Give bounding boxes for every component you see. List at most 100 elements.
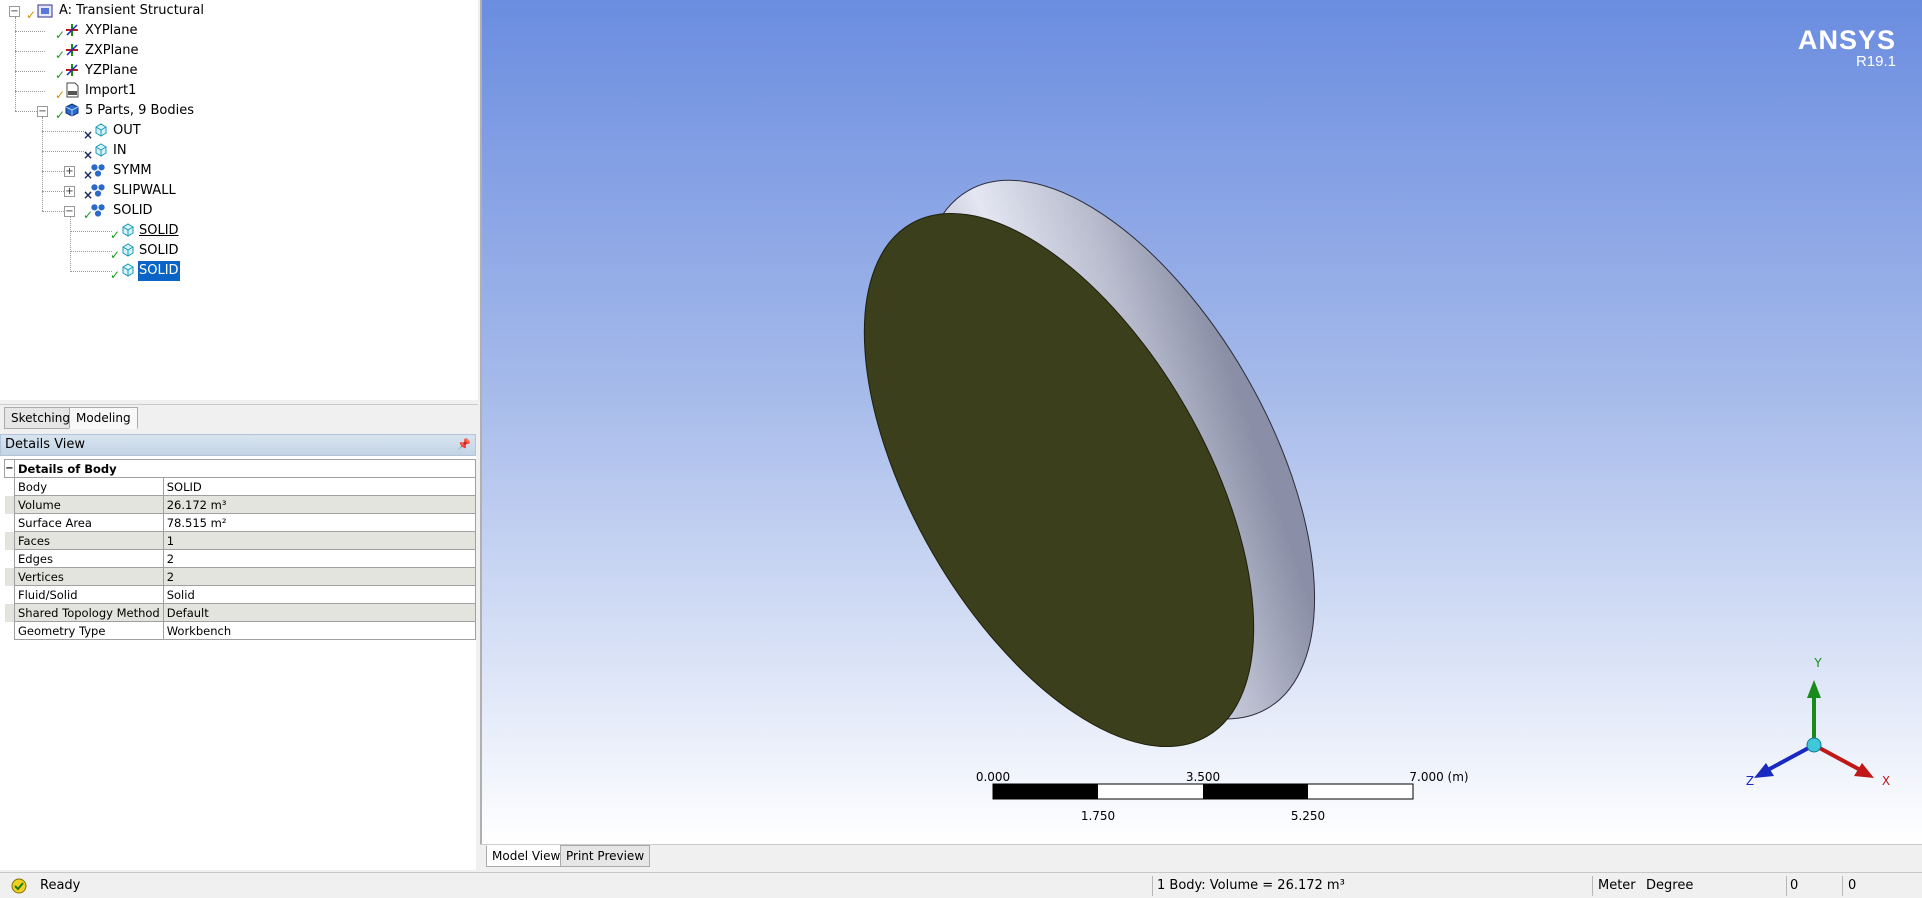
- row-gutter: [4, 621, 15, 640]
- tab-label: Modeling: [76, 411, 131, 425]
- graphics-viewport[interactable]: ANSYS R19.1 0.000 3.500 7.000 (m) 1.750 …: [480, 0, 1922, 844]
- tree-item-yzplane[interactable]: YZPlane: [84, 61, 139, 81]
- multibody-part-icon: [91, 184, 105, 197]
- tab-modeling[interactable]: Modeling: [69, 407, 138, 429]
- tree-line: [70, 271, 112, 272]
- body-icon: [122, 223, 134, 237]
- details-value[interactable]: 2: [162, 567, 477, 586]
- angle-unit[interactable]: Degree: [1646, 876, 1693, 896]
- tree-item-parts[interactable]: 5 Parts, 9 Bodies: [84, 101, 195, 121]
- tree-line: [42, 171, 64, 172]
- details-key: Fluid/Solid: [14, 585, 164, 604]
- details-value[interactable]: 2: [162, 549, 477, 568]
- details-section-row[interactable]: − Details of Body: [4, 459, 476, 478]
- scale-label: 5.250: [1291, 809, 1325, 823]
- tree-line: [15, 71, 45, 72]
- tab-label: Model View: [492, 849, 561, 863]
- check-icon: ✓: [26, 8, 37, 22]
- collapse-toggle[interactable]: −: [37, 106, 48, 117]
- tree-item-out[interactable]: OUT: [112, 121, 142, 141]
- tab-label: Sketching: [11, 411, 70, 425]
- tab-sketching[interactable]: Sketching: [4, 407, 77, 429]
- collapse-toggle[interactable]: −: [64, 206, 75, 217]
- tree-item-root[interactable]: A: Transient Structural: [58, 1, 205, 21]
- details-row[interactable]: Volume 26.172 m³: [4, 495, 477, 514]
- details-value[interactable]: 26.172 m³: [162, 495, 477, 514]
- stl-import-icon: [66, 82, 79, 98]
- axis-label-y: Y: [1813, 656, 1822, 670]
- body-icon: [122, 243, 134, 257]
- expand-toggle[interactable]: +: [64, 186, 75, 197]
- axis-label-x: X: [1882, 774, 1890, 788]
- view-tabs: Model View Print Preview: [480, 844, 1922, 870]
- panel-title: Details View: [5, 437, 86, 452]
- details-key: Body: [14, 477, 164, 496]
- details-value[interactable]: SOLID: [162, 477, 477, 496]
- details-value[interactable]: Workbench: [162, 621, 477, 640]
- tree-item-zxplane[interactable]: ZXPlane: [84, 41, 139, 61]
- tree-line: [15, 31, 45, 32]
- details-row[interactable]: Shared Topology Method Default: [4, 603, 477, 622]
- collapse-toggle[interactable]: −: [4, 459, 15, 478]
- details-key: Geometry Type: [14, 621, 164, 640]
- scale-label: 7.000 (m): [1409, 770, 1468, 784]
- details-section-title: Details of Body: [14, 459, 476, 478]
- tree-item-import1[interactable]: Import1: [84, 81, 137, 101]
- details-view-header: Details View 📌: [0, 434, 476, 456]
- length-unit[interactable]: Meter: [1598, 876, 1636, 896]
- collapse-toggle[interactable]: −: [9, 6, 20, 17]
- check-icon: ✓: [110, 228, 121, 242]
- axis-label-z: Z: [1746, 774, 1754, 788]
- tab-print-preview[interactable]: Print Preview: [560, 845, 651, 867]
- tree-item-solid-body[interactable]: SOLID: [138, 221, 180, 241]
- body-icon: [122, 263, 134, 277]
- plane-axis-icon: [66, 24, 78, 36]
- tree-line: [42, 131, 84, 132]
- details-row[interactable]: Surface Area 78.515 m²: [4, 513, 477, 532]
- tree-item-xyplane[interactable]: XYPlane: [84, 21, 139, 41]
- check-icon: ✓: [110, 248, 121, 262]
- tree-item-solid-body[interactable]: SOLID: [138, 241, 180, 261]
- tree-item-in[interactable]: IN: [112, 141, 128, 161]
- details-value[interactable]: Default: [162, 603, 477, 622]
- tree-item-solid-part[interactable]: SOLID: [112, 201, 154, 221]
- row-gutter: [4, 531, 15, 550]
- multibody-part-icon: [91, 204, 105, 217]
- row-gutter: [4, 549, 15, 568]
- parts-icon: [65, 103, 79, 117]
- selection-info: 1 Body: Volume = 26.172 m³: [1157, 878, 1345, 893]
- details-row[interactable]: Body SOLID: [4, 477, 477, 496]
- check-icon: ✓: [110, 268, 121, 282]
- details-key: Surface Area: [14, 513, 164, 532]
- details-row[interactable]: Edges 2: [4, 549, 477, 568]
- details-row[interactable]: Geometry Type Workbench: [4, 621, 477, 640]
- row-gutter: [4, 603, 15, 622]
- pin-icon[interactable]: 📌: [457, 435, 471, 455]
- tree-item-symm[interactable]: SYMM: [112, 161, 153, 181]
- status-value: 0: [1790, 878, 1799, 893]
- details-key: Volume: [14, 495, 164, 514]
- tab-model-view[interactable]: Model View: [486, 845, 567, 867]
- tree-item-solid-body-selected[interactable]: SOLID: [137, 260, 181, 282]
- status-divider: [1786, 876, 1787, 896]
- tree-line: [42, 211, 64, 212]
- details-row[interactable]: Vertices 2: [4, 567, 477, 586]
- details-value[interactable]: 78.515 m²: [162, 513, 477, 532]
- details-row[interactable]: Fluid/Solid Solid: [4, 585, 477, 604]
- status-divider: [1592, 876, 1593, 896]
- tree-item-slipwall[interactable]: SLIPWALL: [112, 181, 177, 201]
- axis-triad[interactable]: Y X Z: [1746, 656, 1890, 788]
- details-row[interactable]: Faces 1: [4, 531, 477, 550]
- status-divider: [1842, 876, 1843, 896]
- tree-item-label: A: Transient Structural: [59, 3, 204, 18]
- scale-bar: 0.000 3.500 7.000 (m) 1.750 5.250: [976, 770, 1469, 823]
- tree-item-label: OUT: [113, 123, 141, 138]
- scale-label: 3.500: [1186, 770, 1220, 784]
- details-value[interactable]: 1: [162, 531, 477, 550]
- details-value[interactable]: Solid: [162, 585, 477, 604]
- multibody-part-icon: [91, 164, 105, 177]
- suppressed-icon: ×: [83, 128, 94, 142]
- expand-toggle[interactable]: +: [64, 166, 75, 177]
- row-gutter: [4, 495, 15, 514]
- tree-item-label: SOLID: [137, 260, 181, 282]
